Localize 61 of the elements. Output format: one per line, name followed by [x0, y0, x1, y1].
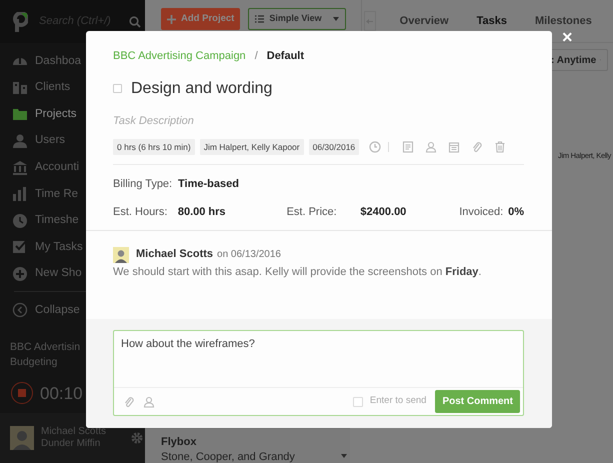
enter-to-send-checkbox[interactable]	[352, 396, 363, 406]
buildings-icon	[12, 80, 28, 96]
post-comment-button[interactable]: Post Comment	[435, 390, 520, 413]
logo-icon	[12, 12, 28, 32]
paperclip-icon[interactable]	[471, 140, 484, 153]
timer-task: Budgeting	[10, 355, 58, 370]
user-icon	[12, 133, 28, 150]
avatar-icon	[113, 246, 129, 262]
back-button[interactable]	[364, 11, 376, 31]
calendar-icon[interactable]	[448, 140, 460, 153]
avatar-icon	[10, 426, 34, 450]
estimate-value: 80.00 hrs	[178, 204, 227, 220]
view-dropdown[interactable]: Simple View	[248, 8, 346, 30]
close-button[interactable]: ×	[562, 28, 573, 46]
comment-author: Michael Scotts	[136, 247, 214, 262]
enter-to-send-label: Enter to send	[370, 394, 426, 408]
task-title: Design and wording	[131, 78, 272, 98]
add-project-button[interactable]: Add Project	[161, 8, 240, 30]
list-icon	[255, 15, 264, 23]
description-field[interactable]: Task Description	[113, 112, 413, 129]
paperclip-icon[interactable]	[123, 396, 135, 408]
estimate-value: $2400.00	[360, 204, 408, 220]
list-name: Default	[266, 49, 304, 64]
comment-text: We should start with this asap. Kelly will provide the screenshots on Friday.	[113, 264, 482, 280]
estimate-label: Invoiced:	[459, 204, 504, 220]
tab[interactable]: Overview	[400, 13, 449, 30]
clock-icon[interactable]	[369, 140, 382, 153]
task-tag[interactable]: 0 hrs (6 hrs 10 min)	[113, 138, 195, 156]
tab[interactable]: Tasks	[476, 13, 507, 30]
person-icon[interactable]	[425, 140, 438, 153]
task-tag[interactable]: Jim Halpert, Kelly Kapoor	[200, 138, 304, 156]
collapse-menu-button[interactable]: Collapse	[0, 292, 145, 328]
comment-field[interactable]: How about the wireframes? Enter to send Post Comment	[113, 330, 524, 416]
estimate-label: Est. Price:	[286, 204, 338, 220]
clock-icon	[12, 212, 28, 229]
estimate-value: 0%	[508, 204, 524, 220]
task-checkbox[interactable]	[113, 84, 122, 93]
trash-icon[interactable]	[494, 140, 506, 153]
notes-icon[interactable]	[402, 140, 414, 153]
tab[interactable]: Milestones	[534, 13, 592, 30]
folder-icon	[12, 106, 28, 122]
checkbox-icon	[12, 239, 28, 256]
chevron-left-circle-icon	[12, 302, 28, 318]
timer-time: 00:10	[40, 386, 83, 401]
comment-date: on 06/13/2016	[217, 248, 281, 262]
breadcrumb-separator: /	[254, 49, 258, 64]
task-tag[interactable]: 06/30/2016	[308, 138, 360, 156]
plus-circle-icon	[12, 266, 28, 282]
client-name: Stone, Cooper, and Grandy	[161, 450, 295, 463]
stop-button[interactable]	[11, 382, 33, 404]
billing-value: Time-based	[178, 177, 239, 192]
billing-label: Billing Type:	[113, 177, 174, 192]
search-icon	[129, 16, 141, 28]
plus-icon	[167, 14, 176, 24]
timer-project: BBC Advertisin	[10, 340, 80, 356]
bar-chart-icon	[12, 186, 28, 202]
project-link[interactable]: BBC Advertising Campaign	[113, 48, 246, 64]
bank-icon	[12, 160, 28, 176]
project-title: Flybox	[161, 435, 196, 449]
estimate-label: Est. Hours:	[113, 204, 168, 220]
person-icon[interactable]	[143, 396, 155, 408]
